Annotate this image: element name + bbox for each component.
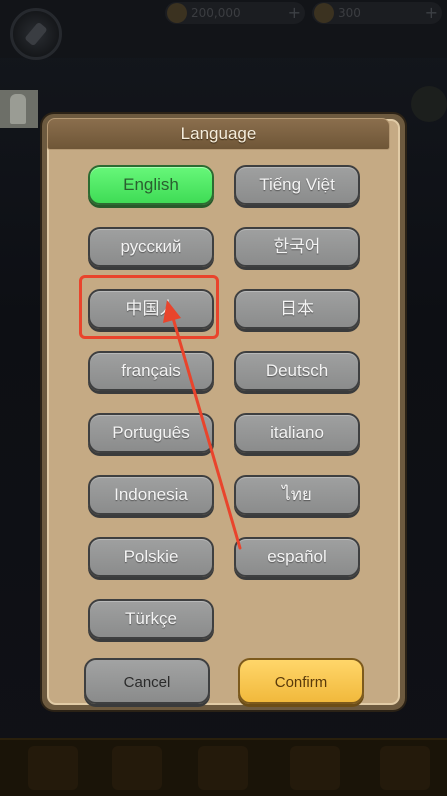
language-option[interactable]: Deutsch: [234, 351, 360, 391]
language-option[interactable]: Tiếng Việt: [234, 165, 360, 205]
dialog-title: Language: [180, 124, 257, 143]
nav-item-5[interactable]: [380, 746, 430, 790]
dialog-title-bar: Language: [47, 118, 390, 150]
language-option[interactable]: Türkçe: [88, 599, 214, 639]
bottom-nav-bar: [0, 738, 447, 796]
language-option[interactable]: italiano: [234, 413, 360, 453]
avatar[interactable]: [0, 90, 38, 128]
confirm-button[interactable]: Confirm: [238, 658, 364, 704]
gold-value: 200,000: [191, 6, 241, 20]
language-option[interactable]: français: [88, 351, 214, 391]
nav-item-3[interactable]: [198, 746, 248, 790]
event-icon[interactable]: [411, 86, 447, 122]
language-option[interactable]: Polskie: [88, 537, 214, 577]
top-bar: 200,000 + 300 +: [0, 0, 447, 60]
language-option[interactable]: 中国人: [88, 289, 214, 329]
language-option[interactable]: ไทย: [234, 475, 360, 515]
nav-item-4[interactable]: [290, 746, 340, 790]
gold-resource: 200,000 +: [165, 2, 305, 24]
language-option[interactable]: English: [88, 165, 214, 205]
language-option[interactable]: 日本: [234, 289, 360, 329]
gem-icon: [314, 3, 334, 23]
add-gold-icon[interactable]: +: [288, 2, 301, 24]
language-option[interactable]: español: [234, 537, 360, 577]
nav-item-2[interactable]: [112, 746, 162, 790]
nav-item-1[interactable]: [28, 746, 78, 790]
language-option[interactable]: Português: [88, 413, 214, 453]
gold-coin-icon: [167, 3, 187, 23]
language-option[interactable]: 한국어: [234, 227, 360, 267]
add-gem-icon[interactable]: +: [425, 2, 438, 24]
cancel-button[interactable]: Cancel: [84, 658, 210, 704]
language-option[interactable]: русский: [88, 227, 214, 267]
gem-value: 300: [338, 6, 361, 20]
gem-resource: 300 +: [312, 2, 442, 24]
compass-icon[interactable]: [10, 8, 62, 60]
language-option[interactable]: Indonesia: [88, 475, 214, 515]
